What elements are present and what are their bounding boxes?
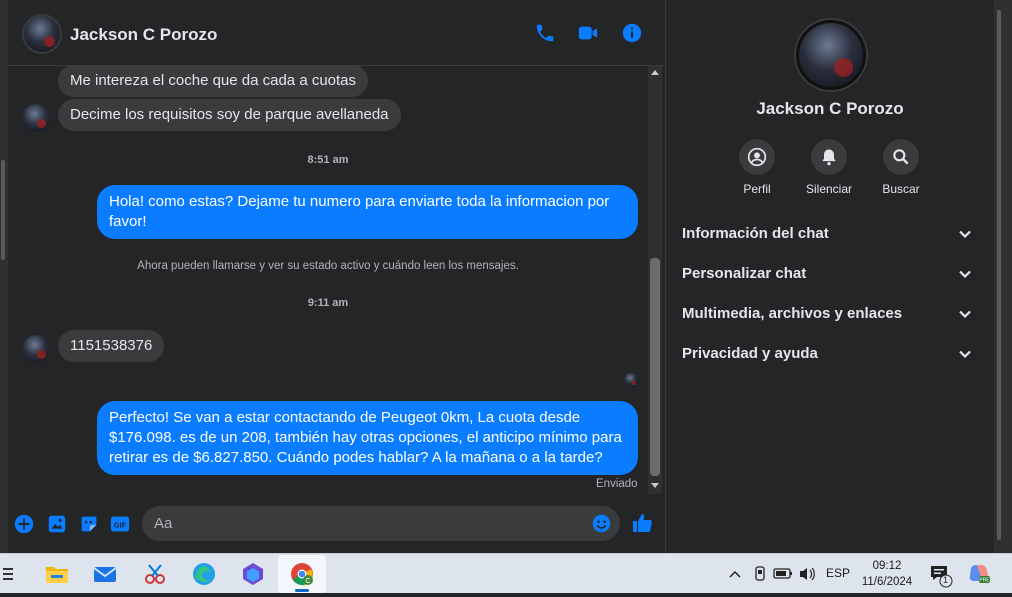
clock[interactable]: 09:12 11/6/2024 bbox=[858, 558, 916, 590]
task-view-icon[interactable] bbox=[0, 560, 14, 588]
chevron-down-icon bbox=[958, 267, 972, 281]
message-list: Me intereza el coche que da cada a cuota… bbox=[8, 66, 648, 494]
scroll-up-arrow[interactable] bbox=[651, 70, 659, 75]
left-scroll-edge bbox=[0, 0, 8, 553]
message-scrollbar[interactable] bbox=[648, 66, 662, 494]
device-icon[interactable] bbox=[752, 554, 768, 594]
edge-browser-icon[interactable] bbox=[190, 560, 218, 588]
scroll-down-arrow[interactable] bbox=[651, 483, 659, 488]
sticker-icon[interactable] bbox=[78, 513, 100, 535]
image-icon[interactable] bbox=[46, 513, 68, 535]
message-outgoing[interactable]: Perfecto! Se van a estar contactando de … bbox=[97, 401, 638, 475]
svg-text:PRE: PRE bbox=[979, 578, 990, 584]
phone-icon[interactable] bbox=[534, 22, 556, 44]
section-label: Información del chat bbox=[682, 225, 829, 242]
timestamp: 8:51 am bbox=[307, 154, 349, 166]
clock-time: 09:12 bbox=[872, 560, 902, 572]
profile-label: Perfil bbox=[743, 182, 771, 196]
search-label: Buscar bbox=[882, 182, 920, 196]
copilot-icon[interactable]: PRE bbox=[966, 554, 992, 594]
window-scrollbar[interactable] bbox=[994, 0, 1012, 553]
info-panel: Jackson C Porozo Perfil Silenciar Buscar… bbox=[666, 0, 994, 553]
section-label: Privacidad y ayuda bbox=[682, 345, 818, 362]
chat-header: Jackson C Porozo bbox=[8, 0, 665, 66]
search-action[interactable]: Buscar bbox=[865, 139, 937, 196]
copilot-app-icon[interactable] bbox=[239, 560, 267, 588]
contact-avatar-large[interactable] bbox=[796, 20, 866, 90]
svg-text:GIF: GIF bbox=[114, 521, 127, 530]
mute-label: Silenciar bbox=[805, 182, 853, 196]
chevron-down-icon bbox=[958, 227, 972, 241]
chevron-down-icon bbox=[958, 347, 972, 361]
battery-icon[interactable] bbox=[772, 554, 794, 594]
info-icon[interactable] bbox=[621, 22, 643, 44]
section-label: Personalizar chat bbox=[682, 265, 807, 282]
gif-icon[interactable]: GIF bbox=[109, 513, 131, 535]
search-icon bbox=[893, 149, 909, 165]
profile-action[interactable]: Perfil bbox=[721, 139, 793, 196]
mute-action[interactable]: Silenciar bbox=[793, 139, 865, 196]
volume-icon[interactable] bbox=[797, 554, 817, 594]
sender-avatar[interactable] bbox=[22, 104, 50, 132]
message-incoming[interactable]: Me intereza el coche que da cada a cuota… bbox=[58, 66, 369, 97]
sent-status: Enviado bbox=[596, 478, 638, 490]
snipping-tool-icon[interactable] bbox=[141, 560, 169, 588]
message-input-box[interactable] bbox=[142, 506, 620, 541]
active-indicator bbox=[295, 589, 309, 592]
sender-avatar[interactable] bbox=[22, 335, 50, 363]
section-chat-info[interactable]: Información del chat bbox=[682, 222, 978, 246]
profile-icon bbox=[747, 147, 767, 167]
chevron-down-icon bbox=[958, 307, 972, 321]
svg-text:C: C bbox=[305, 578, 310, 585]
contact-name[interactable]: Jackson C Porozo bbox=[70, 25, 217, 45]
thumbs-up-icon[interactable] bbox=[631, 511, 655, 535]
taskbar: C ESP 09:12 11/6/2024 1 PRE bbox=[0, 553, 1012, 593]
section-label: Multimedia, archivos y enlaces bbox=[682, 305, 903, 322]
timestamp: 9:11 am bbox=[307, 297, 349, 309]
contact-avatar[interactable] bbox=[22, 14, 62, 54]
panel-contact-name: Jackson C Porozo bbox=[756, 99, 904, 118]
seen-indicator-avatar bbox=[624, 373, 638, 387]
file-explorer-icon[interactable] bbox=[43, 560, 71, 588]
notifications-icon[interactable]: 1 bbox=[928, 554, 956, 594]
message-incoming[interactable]: Decime los requisitos soy de parque avel… bbox=[58, 99, 401, 131]
chrome-icon: C bbox=[291, 563, 313, 586]
notification-count: 1 bbox=[943, 575, 949, 585]
bell-icon bbox=[822, 149, 836, 166]
window-scroll-thumb[interactable] bbox=[997, 10, 1001, 540]
plus-icon[interactable] bbox=[13, 513, 35, 535]
message-input[interactable] bbox=[154, 506, 574, 541]
section-privacy-help[interactable]: Privacidad y ayuda bbox=[682, 342, 978, 366]
emoji-icon[interactable] bbox=[591, 513, 612, 534]
tray-overflow-icon[interactable] bbox=[726, 554, 744, 594]
system-notice: Ahora pueden llamarse y ver su estado ac… bbox=[137, 260, 519, 272]
clock-date: 11/6/2024 bbox=[861, 576, 913, 588]
message-incoming[interactable]: 1151538376 bbox=[58, 330, 165, 362]
language-indicator[interactable]: ESP bbox=[826, 566, 850, 582]
message-outgoing[interactable]: Hola! como estas? Dejame tu numero para … bbox=[97, 185, 638, 239]
section-customize-chat[interactable]: Personalizar chat bbox=[682, 262, 978, 286]
chrome-browser-active[interactable]: C bbox=[278, 555, 326, 593]
left-scroll-thumb[interactable] bbox=[1, 160, 5, 260]
composer: GIF bbox=[8, 494, 665, 553]
scroll-thumb[interactable] bbox=[650, 258, 660, 476]
mail-icon[interactable] bbox=[91, 560, 119, 588]
messenger-window: Jackson C Porozo Me intereza el coche qu… bbox=[0, 0, 1012, 553]
chat-pane: Jackson C Porozo Me intereza el coche qu… bbox=[8, 0, 665, 553]
video-call-icon[interactable] bbox=[577, 22, 599, 44]
section-media-files[interactable]: Multimedia, archivos y enlaces bbox=[682, 302, 978, 326]
